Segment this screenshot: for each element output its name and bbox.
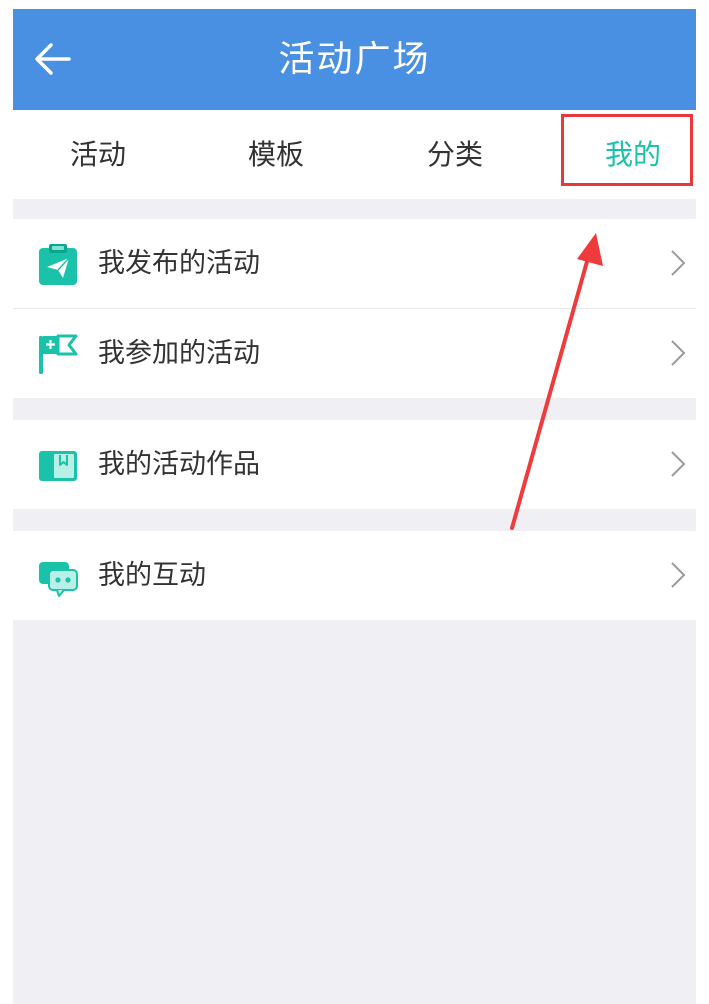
menu-item-label: 我的活动作品 (98, 449, 260, 480)
menu-item-joined-activities[interactable]: 我参加的活动 (13, 309, 696, 398)
book-icon (39, 451, 77, 481)
app-screen: 活动广场 活动 模板 分类 我的 我发布的活动 我参加的活动 我的活动作品 我的… (13, 9, 696, 1004)
tab-bar: 活动 模板 分类 我的 (13, 110, 696, 199)
menu-item-published-activities[interactable]: 我发布的活动 (13, 219, 696, 308)
tab-activity[interactable]: 活动 (28, 110, 168, 199)
page-title: 活动广场 (278, 39, 431, 80)
chat-icon (39, 562, 78, 597)
chevron-right-icon (671, 451, 686, 477)
menu-item-my-interactions[interactable]: 我的互动 (13, 531, 696, 620)
header-bar: 活动广场 (13, 9, 696, 110)
menu-item-activity-works[interactable]: 我的活动作品 (13, 420, 696, 509)
flag-icon (39, 334, 78, 374)
menu-item-label: 我的互动 (98, 560, 206, 591)
tab-mine[interactable]: 我的 (563, 110, 696, 199)
menu-item-label: 我参加的活动 (98, 338, 260, 369)
chevron-right-icon (671, 562, 686, 588)
chevron-right-icon (671, 340, 686, 366)
menu-item-label: 我发布的活动 (98, 248, 260, 279)
tab-templates[interactable]: 模板 (206, 110, 346, 199)
tab-categories[interactable]: 分类 (385, 110, 525, 199)
chevron-right-icon (671, 250, 686, 276)
clipboard-send-icon (39, 244, 77, 285)
